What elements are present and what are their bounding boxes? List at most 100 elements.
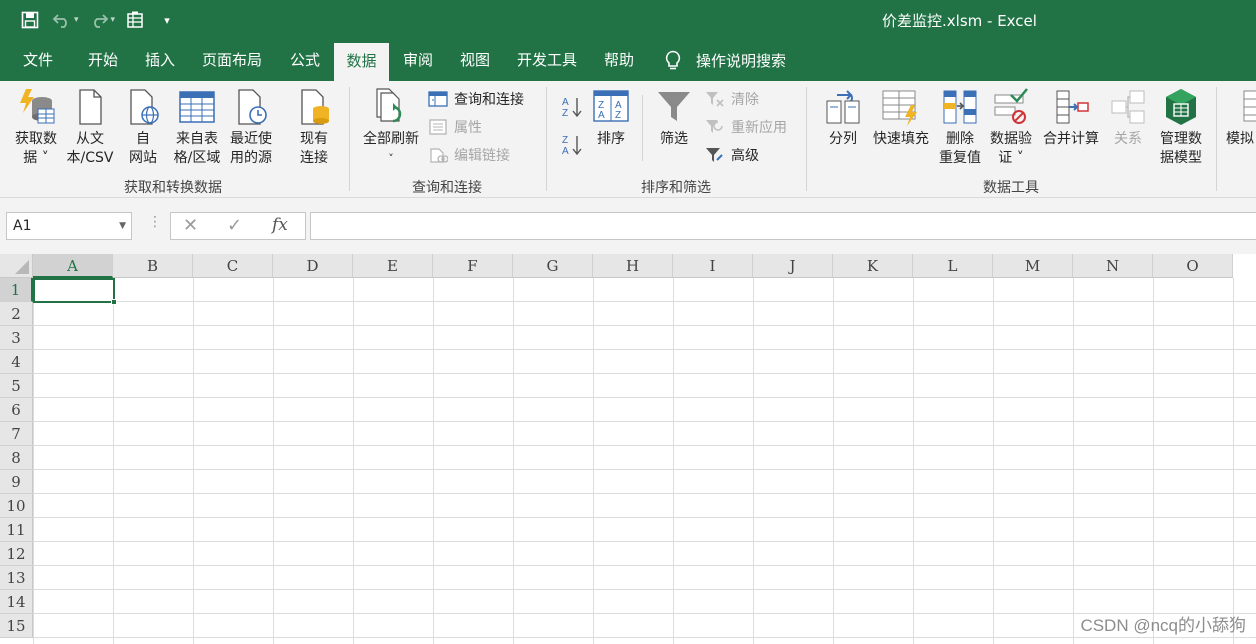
form-icon[interactable] (123, 8, 147, 32)
tab-developer[interactable]: 开发工具 (508, 40, 586, 81)
refresh-all-button[interactable]: 全部刷新 ˅ (358, 87, 424, 168)
remove-duplicates-button[interactable]: 删除 重复值 (936, 87, 984, 168)
group-label-get-transform: 获取和转换数据 (124, 180, 222, 196)
chevron-down-icon[interactable]: ▼ (119, 213, 126, 239)
queries-connections-button[interactable]: 查询和连接 (428, 87, 524, 111)
redo-icon[interactable] (87, 8, 111, 32)
tab-help[interactable]: 帮助 (591, 40, 647, 81)
fill-handle[interactable] (111, 299, 117, 305)
cell-area[interactable] (33, 278, 1256, 644)
svg-text:A: A (562, 146, 569, 157)
filter-button[interactable]: 筛选 (652, 87, 696, 149)
customize-qat-icon[interactable]: ▾ (155, 8, 179, 32)
column-header-M[interactable]: M (993, 254, 1073, 278)
tab-data[interactable]: 数据 (334, 43, 389, 81)
group-divider (546, 87, 547, 191)
column-header-K[interactable]: K (833, 254, 913, 278)
relationships-button[interactable]: 关系 (1106, 87, 1150, 149)
column-header-B[interactable]: B (113, 254, 193, 278)
get-data-button[interactable]: 获取数 据 ˅ (10, 87, 62, 168)
name-box[interactable]: A1 ▼ (6, 212, 132, 240)
tab-home[interactable]: 开始 (75, 40, 131, 81)
tab-review[interactable]: 审阅 (390, 40, 446, 81)
formula-bar-splitter[interactable]: ⋮ (148, 214, 162, 230)
reapply-button[interactable]: 重新应用 (705, 115, 787, 139)
svg-text:Z: Z (562, 108, 568, 119)
formula-input[interactable] (310, 212, 1256, 240)
advanced-filter-button[interactable]: 高级 (705, 143, 759, 167)
column-header-A[interactable]: A (33, 254, 113, 278)
tab-view[interactable]: 视图 (447, 40, 503, 81)
sort-descending-button[interactable]: ZA (561, 133, 589, 157)
insert-function-icon[interactable]: fx (272, 215, 288, 235)
ribbon-tabs: 文件 开始 插入 页面布局 公式 数据 审阅 视图 开发工具 帮助 操作说明搜索 (0, 40, 1256, 81)
row-header-13[interactable]: 13 (0, 566, 33, 590)
manage-data-model-button[interactable]: 管理数 据模型 (1154, 87, 1208, 168)
save-icon[interactable] (18, 8, 42, 32)
tab-insert[interactable]: 插入 (132, 40, 188, 81)
from-web-button[interactable]: 自 网站 (118, 87, 168, 168)
row-header-1[interactable]: 1 (0, 278, 33, 302)
row-header-9[interactable]: 9 (0, 470, 33, 494)
column-header-N[interactable]: N (1073, 254, 1153, 278)
row-header-11[interactable]: 11 (0, 518, 33, 542)
tab-page-layout[interactable]: 页面布局 (194, 40, 270, 81)
flash-fill-button[interactable]: 快速填充 (868, 87, 934, 149)
data-model-icon (1166, 89, 1196, 125)
row-header-3[interactable]: 3 (0, 326, 33, 350)
sort-ascending-button[interactable]: AZ (561, 95, 589, 119)
column-header-C[interactable]: C (193, 254, 273, 278)
filter-icon (658, 92, 690, 121)
row-header-4[interactable]: 4 (0, 350, 33, 374)
tab-formulas[interactable]: 公式 (277, 40, 333, 81)
recent-sources-button[interactable]: 最近使 用的源 (226, 87, 276, 168)
text-to-columns-button[interactable]: 分列 (820, 87, 866, 149)
row-header-12[interactable]: 12 (0, 542, 33, 566)
edit-links-button[interactable]: 编辑链接 (428, 143, 510, 167)
column-header-D[interactable]: D (273, 254, 353, 278)
chevron-down-icon[interactable]: ▾ (74, 15, 79, 25)
select-all-button[interactable] (0, 254, 33, 278)
svg-text:A: A (562, 97, 569, 108)
existing-connections-button[interactable]: 现有 连接 (290, 87, 338, 168)
clear-filter-button[interactable]: 清除 (705, 87, 759, 111)
row-header-15[interactable]: 15 (0, 614, 33, 638)
enter-icon[interactable]: ✓ (227, 215, 242, 236)
from-text-icon (79, 89, 102, 125)
row-header-8[interactable]: 8 (0, 446, 33, 470)
row-header-14[interactable]: 14 (0, 590, 33, 614)
tab-file[interactable]: 文件 (10, 40, 66, 81)
what-if-analysis-button[interactable]: 模拟 (1226, 87, 1256, 149)
window-title: 价差监控.xlsm - Excel (882, 12, 1037, 30)
relationships-icon (1111, 90, 1145, 124)
row-header-5[interactable]: 5 (0, 374, 33, 398)
active-cell[interactable] (33, 278, 117, 305)
row-header-2[interactable]: 2 (0, 302, 33, 326)
column-header-F[interactable]: F (433, 254, 513, 278)
column-header-E[interactable]: E (353, 254, 433, 278)
chevron-down-icon[interactable]: ▾ (111, 15, 116, 25)
from-text-csv-button[interactable]: 从文 本/CSV (64, 87, 116, 168)
column-header-O[interactable]: O (1153, 254, 1233, 278)
cancel-icon[interactable]: ✕ (183, 215, 198, 236)
column-header-H[interactable]: H (593, 254, 673, 278)
column-header-L[interactable]: L (913, 254, 993, 278)
column-header-J[interactable]: J (753, 254, 833, 278)
svg-text:Z: Z (615, 110, 621, 121)
title-bar: ▾ ▾ ▾ 价差监控.xlsm - Excel (0, 0, 1256, 40)
sort-button[interactable]: ZAAZ 排序 (590, 87, 632, 149)
row-header-7[interactable]: 7 (0, 422, 33, 446)
consolidate-button[interactable]: 合并计算 (1038, 87, 1104, 149)
data-validation-button[interactable]: 数据验 证 ˅ (986, 87, 1036, 168)
properties-button[interactable]: 属性 (428, 115, 482, 139)
row-header-6[interactable]: 6 (0, 398, 33, 422)
existing-connections-icon (301, 89, 329, 125)
flash-fill-icon (882, 90, 917, 126)
group-divider (349, 87, 350, 191)
from-table-button[interactable]: 来自表 格/区域 (170, 87, 224, 168)
tell-me-search[interactable]: 操作说明搜索 (664, 40, 786, 81)
undo-icon[interactable] (50, 8, 74, 32)
column-header-I[interactable]: I (673, 254, 753, 278)
column-header-G[interactable]: G (513, 254, 593, 278)
row-header-10[interactable]: 10 (0, 494, 33, 518)
